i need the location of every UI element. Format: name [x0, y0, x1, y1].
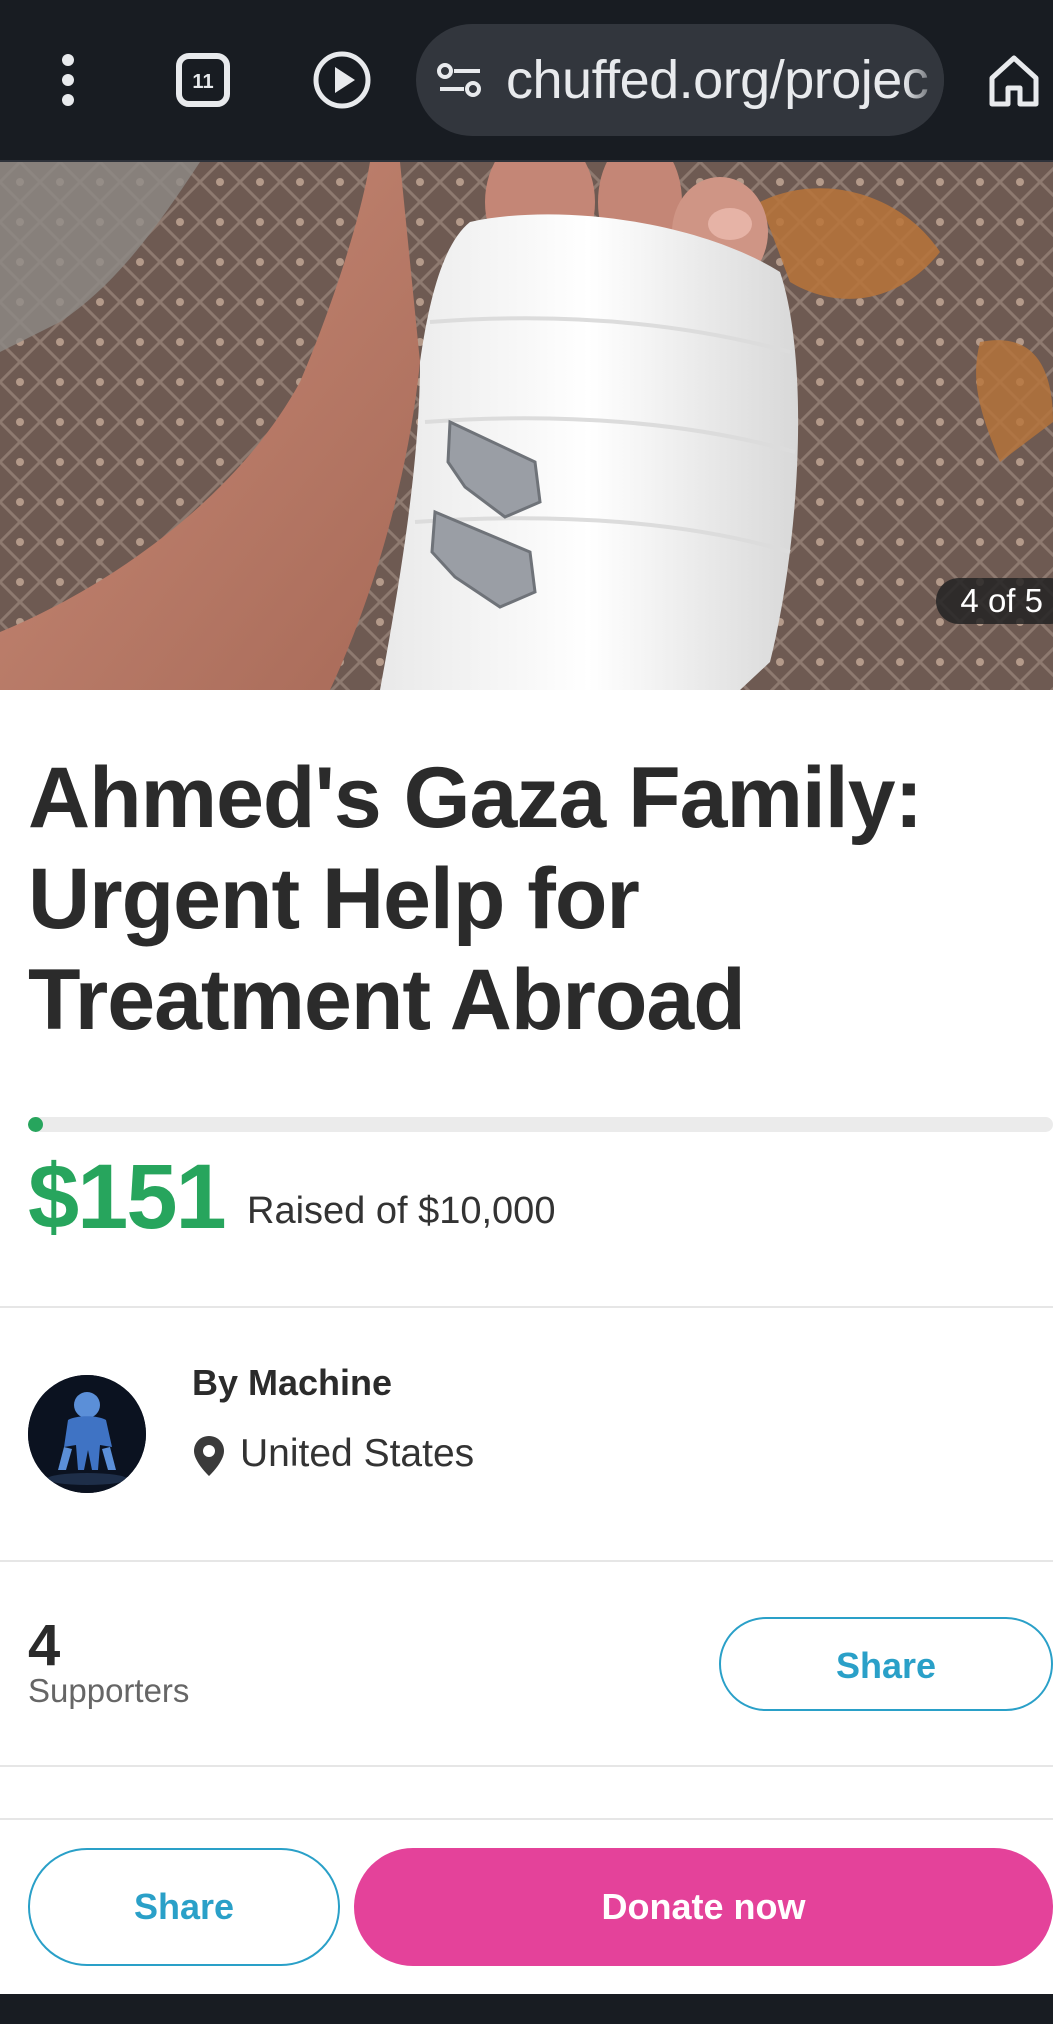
more-vert-icon[interactable]: [28, 40, 108, 120]
organizer-avatar[interactable]: [28, 1375, 146, 1493]
browser-toolbar: 11 chuffed.org/projec: [0, 0, 1053, 162]
progress-fill: [28, 1117, 44, 1132]
svg-text:11: 11: [192, 71, 213, 93]
home-icon[interactable]: [974, 40, 1053, 120]
divider: [0, 1560, 1053, 1562]
campaign-title: Ahmed's Gaza Family: Urgent Help for Tre…: [28, 750, 923, 1048]
divider: [0, 1306, 1053, 1308]
divider: [0, 1818, 1053, 1820]
organizer-location: United States: [240, 1432, 475, 1475]
organizer-name[interactable]: By Machine: [192, 1362, 392, 1404]
divider: [0, 1765, 1053, 1767]
tab-switcher-icon[interactable]: 11: [163, 40, 243, 120]
url-fade: [904, 24, 944, 136]
play-icon[interactable]: [302, 40, 382, 120]
share-button[interactable]: Share: [719, 1617, 1053, 1711]
goal-text: Raised of $10,000: [247, 1190, 556, 1232]
system-nav-bar: [0, 1994, 1053, 2024]
slide-counter: 4 of 5: [936, 578, 1053, 624]
site-settings-icon[interactable]: [436, 58, 484, 102]
amount-raised: $151: [28, 1146, 227, 1248]
location-pin-icon: [194, 1436, 224, 1476]
supporters-count: 4: [28, 1613, 61, 1678]
url-text[interactable]: chuffed.org/projec: [506, 24, 929, 136]
campaign-image[interactable]: [0, 162, 1053, 690]
donate-button[interactable]: Donate now: [354, 1848, 1053, 1966]
supporters-label: Supporters: [28, 1672, 190, 1709]
progress-bar: [28, 1117, 1053, 1132]
bandage: [380, 214, 799, 690]
share-button-bottom[interactable]: Share: [28, 1848, 340, 1966]
address-bar[interactable]: chuffed.org/projec: [416, 24, 944, 136]
